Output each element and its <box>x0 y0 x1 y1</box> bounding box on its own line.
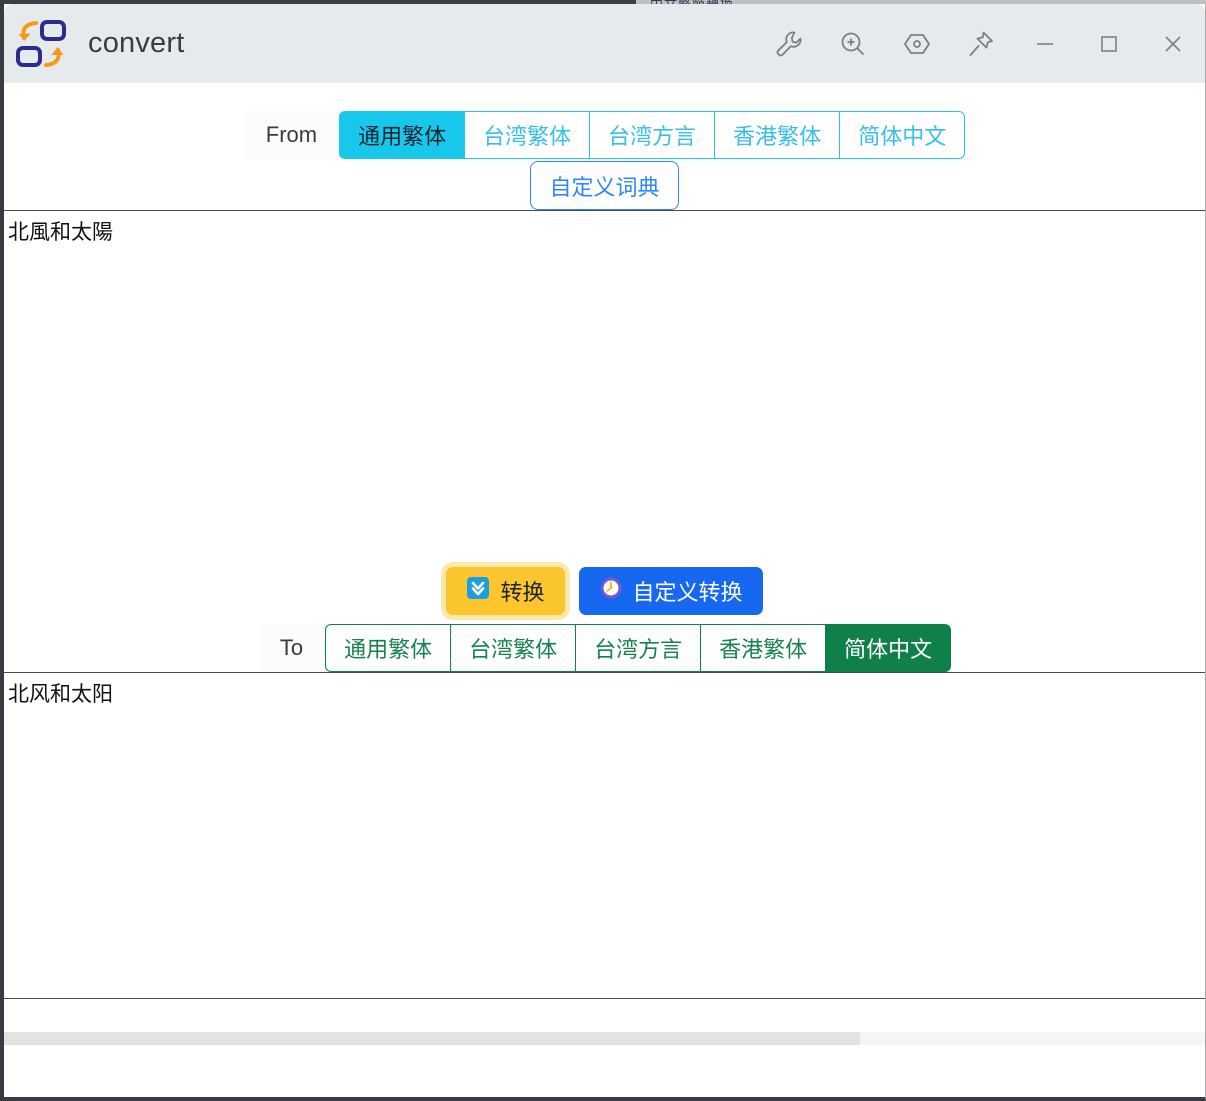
titlebar-actions <box>757 4 1205 83</box>
horizontal-scrollbar-thumb[interactable] <box>4 1032 860 1045</box>
convert-arrows-icon <box>14 17 68 71</box>
minimize-icon[interactable] <box>1013 4 1077 83</box>
horizontal-scrollbar[interactable] <box>4 1032 1205 1045</box>
from-option-1[interactable]: 台湾繁体 <box>464 111 590 159</box>
bottom-status-strip <box>4 998 1205 1045</box>
action-button-row: 转换 自定义转换 <box>4 534 1205 621</box>
from-option-2[interactable]: 台湾方言 <box>589 111 715 159</box>
input-text-pane[interactable]: 北風和太陽 <box>4 210 1205 534</box>
custom-convert-button-label: 自定义转换 <box>632 580 743 605</box>
from-option-3[interactable]: 香港繁体 <box>714 111 840 159</box>
download-arrow-icon <box>466 576 490 606</box>
convert-button[interactable]: 转换 <box>446 567 565 615</box>
to-option-group: 通用繁体 台湾繁体 台湾方言 香港繁体 简体中文 <box>325 624 952 672</box>
convert-button-label: 转换 <box>500 580 545 605</box>
title-bar[interactable]: convert <box>4 4 1205 83</box>
output-text: 北风和太阳 <box>8 683 113 706</box>
hexagon-dot-icon[interactable] <box>885 4 949 83</box>
clock-icon <box>599 576 623 606</box>
maximize-icon[interactable] <box>1077 4 1141 83</box>
to-option-2[interactable]: 台湾方言 <box>575 624 701 672</box>
dictionary-row: 自定义词典 <box>4 161 1205 210</box>
custom-convert-button[interactable]: 自定义转换 <box>578 567 763 615</box>
from-option-group: 通用繁体 台湾繁体 台湾方言 香港繁体 简体中文 <box>339 111 966 159</box>
from-row: From 通用繁体 台湾繁体 台湾方言 香港繁体 简体中文 <box>4 83 1205 159</box>
wrench-icon[interactable] <box>757 4 821 83</box>
custom-dictionary-button[interactable]: 自定义词典 <box>530 161 679 210</box>
to-option-3[interactable]: 香港繁体 <box>700 624 826 672</box>
output-text-pane[interactable]: 北风和太阳 <box>4 672 1205 998</box>
from-option-4[interactable]: 简体中文 <box>839 111 966 159</box>
to-option-4[interactable]: 简体中文 <box>825 624 952 672</box>
zoom-in-icon[interactable] <box>821 4 885 83</box>
pin-icon[interactable] <box>949 4 1013 83</box>
to-option-0[interactable]: 通用繁体 <box>325 624 451 672</box>
from-option-0[interactable]: 通用繁体 <box>339 111 465 159</box>
to-option-1[interactable]: 台湾繁体 <box>450 624 576 672</box>
to-row: To 通用繁体 台湾繁体 台湾方言 香港繁体 简体中文 <box>4 621 1205 672</box>
app-title: convert <box>88 27 185 59</box>
input-text: 北風和太陽 <box>8 221 113 244</box>
convert-app-window: convert From 通用繁体 台湾繁体 台湾方言 香港繁体 简体中文 自定… <box>0 4 1206 1101</box>
from-label: From <box>243 111 340 159</box>
close-icon[interactable] <box>1141 4 1205 83</box>
to-label: To <box>257 624 326 672</box>
from-selector-area: From 通用繁体 台湾繁体 台湾方言 香港繁体 简体中文 自定义词典 <box>4 83 1205 210</box>
